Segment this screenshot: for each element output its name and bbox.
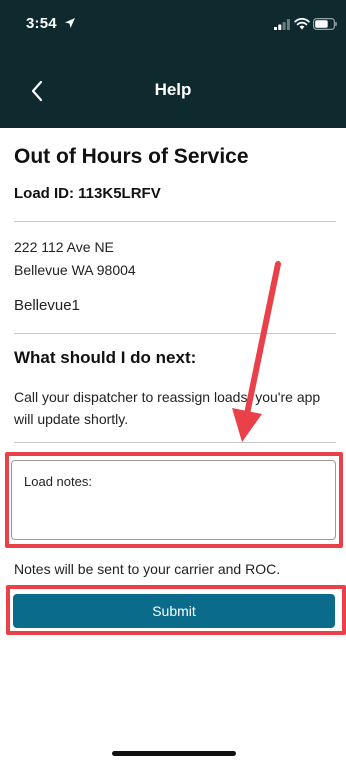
status-time: 3:54 bbox=[26, 15, 57, 32]
submit-button[interactable]: Submit bbox=[13, 594, 335, 628]
nav-bar: Help bbox=[0, 52, 346, 128]
load-notes-input[interactable]: Load notes: bbox=[11, 460, 336, 540]
divider bbox=[14, 221, 336, 222]
page-title: Out of Hours of Service bbox=[14, 145, 249, 168]
status-bar: 3:54 bbox=[0, 0, 346, 52]
next-steps-heading: What should I do next: bbox=[14, 348, 197, 367]
site-name: Bellevue1 bbox=[14, 297, 80, 314]
cellular-signal-icon bbox=[274, 19, 290, 30]
location-arrow-icon bbox=[65, 18, 75, 28]
wifi-icon bbox=[294, 17, 310, 30]
next-steps-text: Call your dispatcher to reassign loads, … bbox=[14, 389, 321, 427]
load-id: Load ID: 113K5LRFV bbox=[14, 185, 161, 202]
home-indicator bbox=[112, 751, 236, 756]
address-line-2: Bellevue WA 98004 bbox=[14, 262, 136, 278]
divider bbox=[14, 333, 336, 334]
notes-hint-text: Notes will be sent to your carrier and R… bbox=[14, 561, 281, 577]
address-line-1: 222 112 Ave NE bbox=[14, 239, 114, 255]
battery-icon bbox=[313, 18, 337, 30]
nav-title: Help bbox=[154, 80, 192, 99]
load-notes-placeholder: Load notes: bbox=[24, 474, 92, 489]
divider bbox=[14, 442, 336, 443]
